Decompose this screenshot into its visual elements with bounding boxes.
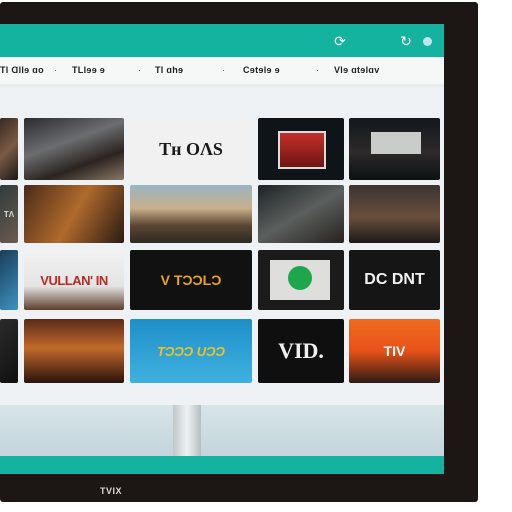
tv-screen: ⟳ ↻ Tl Ɑllɘ ɑo · TLlɘɘ ɘ · Tl ɑhɘ · Cɘtɘ… <box>0 24 444 474</box>
share-icon[interactable]: ↻ <box>398 33 414 49</box>
nav-item-2[interactable]: TLlɘɘ ɘ <box>72 65 105 75</box>
media-tile[interactable]: TƆƆƆ UƆƆ <box>130 319 252 383</box>
media-tile[interactable]: TɅ <box>0 185 18 243</box>
media-tile[interactable] <box>0 319 18 383</box>
tv-bezel: ⟳ ↻ Tl Ɑllɘ ɑo · TLlɘɘ ɘ · Tl ɑhɘ · Cɘtɘ… <box>0 2 478 502</box>
nav-separator: · <box>316 65 319 75</box>
nav-item-5[interactable]: Vlɘ ɑtɘlɑv <box>334 65 380 75</box>
nav-separator: · <box>138 65 141 75</box>
header-bar: ⟳ ↻ <box>0 24 444 57</box>
content-grid: Tʜ OɅS TɅ VULLAN' IN V TƆƆLƆ DC DNT TƆƆƆ… <box>0 87 444 405</box>
refresh-circle-icon[interactable]: ⟳ <box>332 33 348 49</box>
brand-logo: TVIX <box>100 486 123 496</box>
media-tile[interactable] <box>24 185 124 243</box>
media-tile[interactable] <box>258 250 344 310</box>
media-tile[interactable] <box>0 250 18 310</box>
media-tile[interactable] <box>258 185 344 243</box>
media-tile[interactable]: V TƆƆLƆ <box>130 250 252 310</box>
nav-separator: · <box>54 65 57 75</box>
status-dot <box>423 37 432 46</box>
media-tile[interactable] <box>258 118 344 180</box>
media-tile[interactable]: Tʜ OɅS <box>130 118 252 180</box>
nav-item-4[interactable]: Cɘtɘlɘ ɘ <box>243 65 280 75</box>
media-tile[interactable] <box>349 185 440 243</box>
nav-item-1[interactable]: Tl Ɑllɘ ɑo <box>0 65 44 75</box>
media-tile[interactable]: DC DNT <box>349 250 440 310</box>
media-tile[interactable] <box>130 185 252 243</box>
media-tile[interactable]: VID. <box>258 319 344 383</box>
nav-separator: · <box>222 65 225 75</box>
category-nav: Tl Ɑllɘ ɑo · TLlɘɘ ɘ · Tl ɑhɘ · Cɘtɘlɘ ɘ… <box>0 58 444 84</box>
media-tile[interactable] <box>349 118 440 180</box>
nav-item-3[interactable]: Tl ɑhɘ <box>155 65 183 75</box>
footer-strip <box>0 456 444 474</box>
media-tile[interactable]: TIV <box>349 319 440 383</box>
media-tile[interactable] <box>24 319 124 383</box>
tv-stand-neck <box>173 405 201 463</box>
media-tile[interactable] <box>0 118 18 180</box>
media-tile[interactable]: VULLAN' IN <box>24 250 124 310</box>
media-tile[interactable] <box>24 118 124 180</box>
